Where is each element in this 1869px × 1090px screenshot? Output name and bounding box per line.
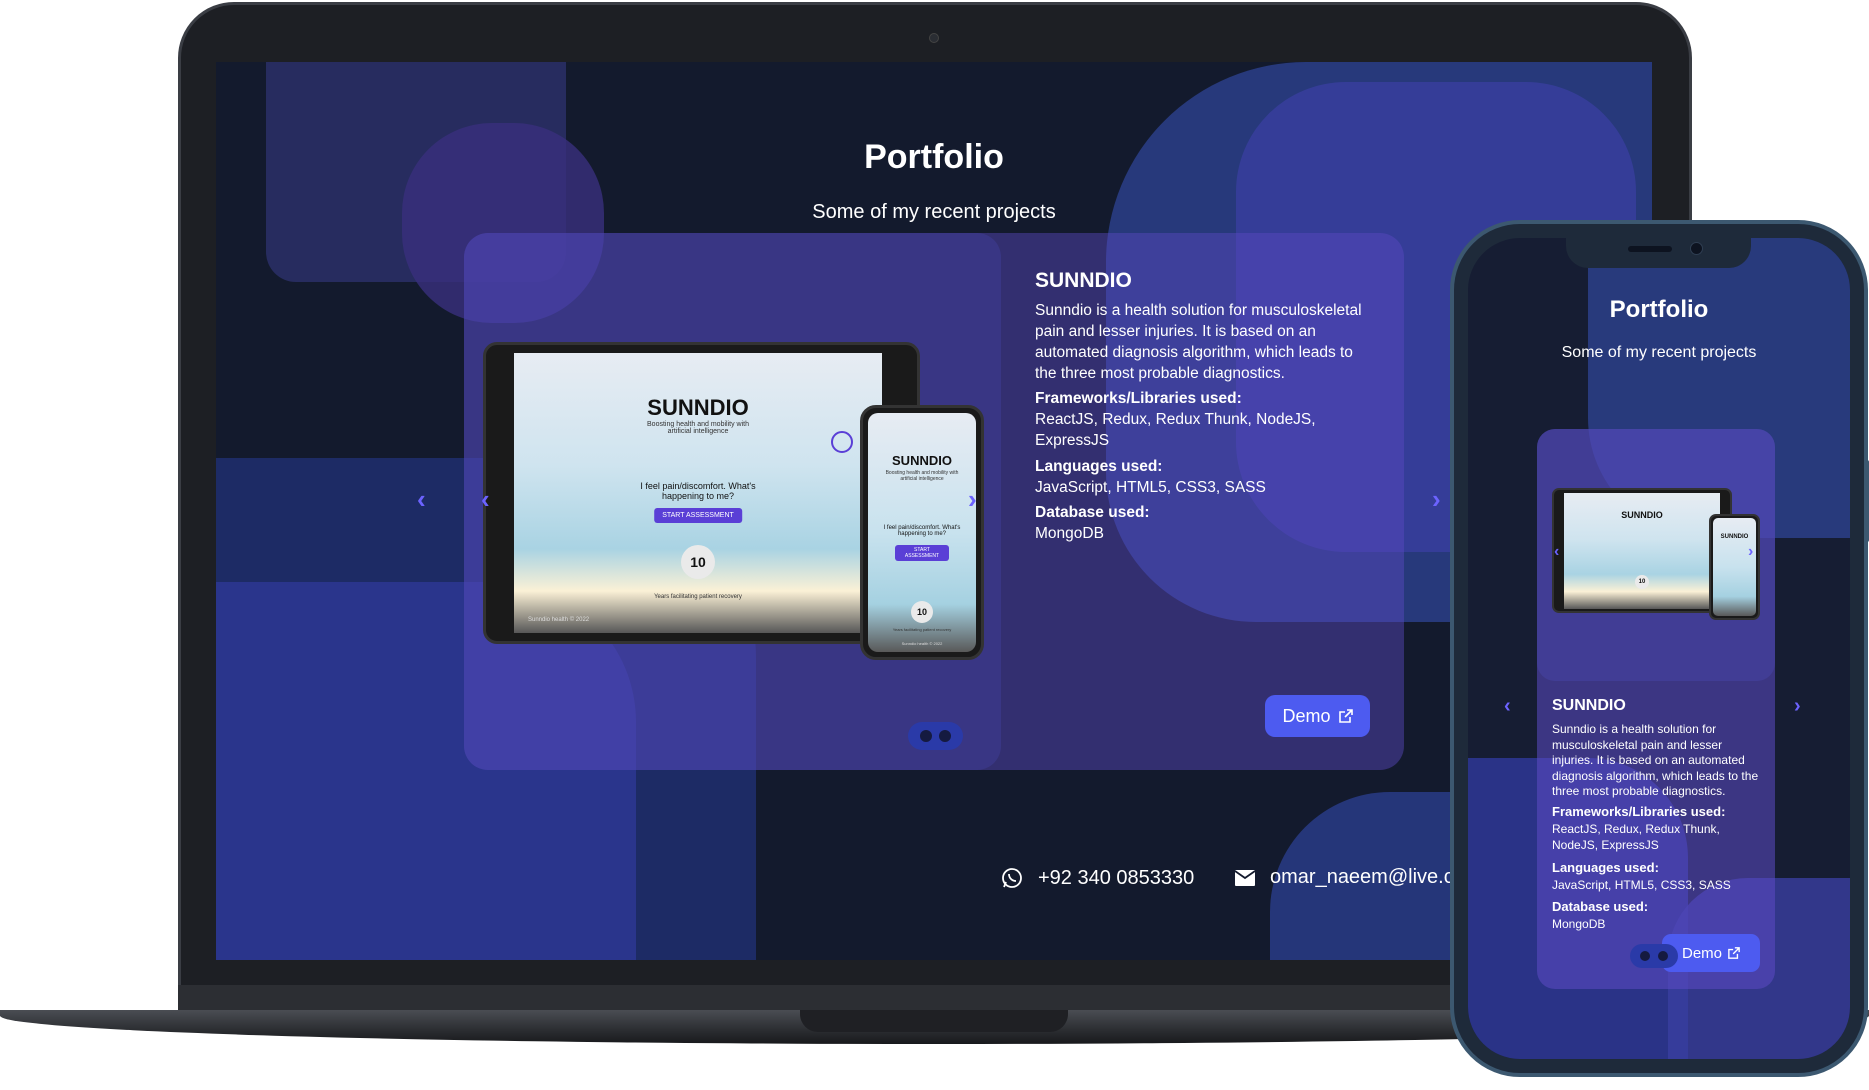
phone-mockup-screen: SUNNDIO bbox=[1713, 518, 1756, 616]
image-prev-button[interactable]: ‹ bbox=[481, 484, 490, 515]
page-title: Portfolio bbox=[1609, 296, 1709, 323]
laptop-camera bbox=[929, 33, 939, 43]
mockup-footer: Sunndio health © 2022 bbox=[901, 641, 943, 646]
carousel-prev-button[interactable]: ‹ bbox=[1504, 695, 1511, 718]
frameworks-label: Frameworks/Libraries used: bbox=[1035, 390, 1242, 407]
database-value: MongoDB bbox=[1035, 525, 1104, 542]
frameworks-value: ReactJS, Redux, Redux Thunk, NodeJS, Exp… bbox=[1552, 822, 1720, 852]
contact-email[interactable]: omar_naeem@live.c bbox=[1234, 866, 1454, 889]
mockup-years: 10 bbox=[681, 545, 715, 579]
mockup-years-caption: Years facilitating patient recovery bbox=[892, 627, 952, 632]
project-description: Sunndio is a health solution for musculo… bbox=[1035, 302, 1362, 382]
mockup-years: 10 bbox=[911, 601, 933, 623]
chevron-right-icon: › bbox=[1748, 543, 1754, 560]
mockup-years-caption: Years facilitating patient recovery bbox=[654, 594, 742, 600]
tablet-mockup: SUNNDIO Boosting health and mobility wit… bbox=[483, 342, 920, 644]
languages-label: Languages used: bbox=[1035, 458, 1163, 475]
chevron-right-icon: › bbox=[968, 484, 977, 514]
carousel-dot[interactable] bbox=[1640, 951, 1650, 961]
chevron-left-icon: ‹ bbox=[1504, 695, 1511, 717]
chevron-right-icon: › bbox=[1432, 484, 1441, 514]
chevron-left-icon: ‹ bbox=[481, 484, 490, 514]
mockup-brand: SUNNDIO bbox=[1621, 510, 1663, 520]
image-prev-button[interactable]: ‹ bbox=[1554, 543, 1559, 561]
tablet-screen: SUNNDIO Boosting health and mobility wit… bbox=[514, 353, 882, 633]
phone-mockup-screen: SUNNDIO Boosting health and mobility wit… bbox=[868, 413, 976, 652]
project-title: SUNNDIO bbox=[1035, 269, 1132, 292]
carousel-next-button[interactable]: › bbox=[1432, 484, 1441, 515]
image-next-button[interactable]: › bbox=[968, 484, 977, 515]
tablet-screen: SUNNDIO 10 bbox=[1564, 493, 1720, 609]
database-label: Database used: bbox=[1035, 504, 1150, 521]
mockup-brand: SUNNDIO bbox=[647, 395, 749, 420]
external-link-icon bbox=[1338, 709, 1353, 723]
project-description: Sunndio is a health solution for musculo… bbox=[1552, 722, 1759, 798]
carousel-prev-button[interactable]: ‹ bbox=[417, 484, 426, 515]
chevron-right-icon: › bbox=[1794, 695, 1801, 717]
carousel-dot[interactable] bbox=[919, 730, 932, 742]
languages-label: Languages used: bbox=[1552, 860, 1659, 875]
stage: Portfolio Some of my recent projects SUN… bbox=[0, 0, 1869, 1090]
image-next-button[interactable]: › bbox=[1748, 543, 1753, 561]
mockup-brand: SUNNDIO bbox=[1720, 534, 1749, 540]
laptop-notch bbox=[800, 1010, 1068, 1032]
database-value: MongoDB bbox=[1552, 917, 1606, 931]
languages-value: JavaScript, HTML5, CSS3, SASS bbox=[1035, 479, 1266, 496]
chevron-left-icon: ‹ bbox=[1554, 543, 1560, 560]
languages-value: JavaScript, HTML5, CSS3, SASS bbox=[1552, 878, 1731, 892]
mockup-cta: START ASSESSMENT bbox=[654, 508, 742, 523]
mockup-circle-icon bbox=[831, 431, 853, 453]
frameworks-value: ReactJS, Redux, Redux Thunk, NodeJS, Exp… bbox=[1035, 411, 1316, 449]
laptop-screen: Portfolio Some of my recent projects SUN… bbox=[216, 62, 1652, 960]
carousel-dot[interactable] bbox=[1658, 951, 1668, 961]
page-title: Portfolio bbox=[864, 138, 1004, 176]
carousel-dots bbox=[1630, 944, 1678, 968]
phone-notch bbox=[1566, 238, 1751, 268]
demo-button[interactable]: Demo bbox=[1265, 695, 1370, 737]
mockup-years: 10 bbox=[1635, 575, 1649, 589]
frameworks-label: Frameworks/Libraries used: bbox=[1552, 804, 1726, 819]
mockup-brand: SUNNDIO bbox=[892, 453, 952, 468]
email-address: omar_naeem@live.c bbox=[1270, 866, 1454, 888]
demo-label: Demo bbox=[1282, 705, 1331, 726]
mockup-cta: START ASSESSMENT bbox=[895, 545, 949, 561]
carousel-next-button[interactable]: › bbox=[1794, 695, 1801, 718]
page-subtitle: Some of my recent projects bbox=[1561, 344, 1757, 361]
phone-speaker bbox=[1628, 246, 1672, 252]
phone-screen: Portfolio Some of my recent projects SUN… bbox=[1468, 238, 1850, 1059]
carousel-dots bbox=[908, 722, 963, 750]
mockup-question: I feel pain/discomfort. What's happening… bbox=[640, 481, 756, 501]
external-link-icon bbox=[1728, 947, 1740, 959]
mail-icon bbox=[1234, 869, 1256, 886]
mockup-tagline: Boosting health and mobility with artifi… bbox=[647, 421, 749, 435]
phone-mockup: SUNNDIO bbox=[1709, 514, 1760, 620]
contact-phone[interactable]: +92 340 0853330 bbox=[1000, 866, 1194, 890]
database-label: Database used: bbox=[1552, 899, 1649, 914]
chevron-left-icon: ‹ bbox=[417, 484, 426, 514]
phone-camera bbox=[1690, 242, 1703, 255]
carousel-dot[interactable] bbox=[939, 730, 952, 742]
phone-number: +92 340 0853330 bbox=[1038, 866, 1195, 889]
mockup-tagline: Boosting health and mobility with artifi… bbox=[885, 470, 959, 482]
demo-label: Demo bbox=[1681, 944, 1722, 962]
tablet-mockup: SUNNDIO 10 bbox=[1552, 488, 1732, 613]
phone-mockup: SUNNDIO Boosting health and mobility wit… bbox=[860, 405, 984, 660]
page-subtitle: Some of my recent projects bbox=[812, 201, 1056, 223]
whatsapp-icon bbox=[1002, 868, 1022, 888]
mockup-footer: Sunndio health © 2022 bbox=[528, 617, 590, 623]
mockup-question: I feel pain/discomfort. What's happening… bbox=[883, 525, 961, 537]
project-title: SUNNDIO bbox=[1552, 697, 1626, 714]
phone-side-button bbox=[1864, 460, 1869, 542]
